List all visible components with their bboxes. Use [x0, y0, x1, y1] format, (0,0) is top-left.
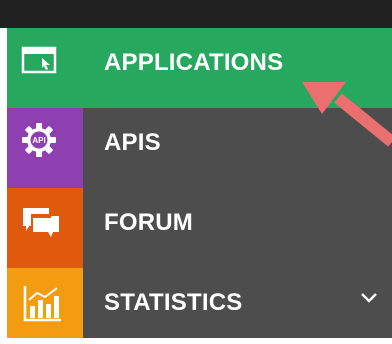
- chevron-down-icon[interactable]: [360, 292, 378, 304]
- bottom-strip: [0, 338, 392, 344]
- statistics-icon-tile: [7, 268, 83, 338]
- sidebar-item-label: APIS: [104, 129, 161, 156]
- sidebar-item-label: FORUM: [104, 209, 193, 236]
- sidebar-item-label: APPLICATIONS: [104, 49, 284, 76]
- sidebar-nav: APPLICATIONS API APIS FORUM STATISTICS: [7, 28, 392, 338]
- api-gear-icon: API: [22, 123, 56, 157]
- stage: APPLICATIONS API APIS FORUM STATISTICS: [0, 0, 392, 344]
- sidebar-item-label: STATISTICS: [104, 289, 243, 316]
- api-badge-text: API: [32, 136, 45, 145]
- top-bar: [0, 0, 392, 28]
- application-window-icon: [21, 46, 57, 74]
- chat-bubbles-icon: [23, 208, 59, 237]
- bar-chart-icon: [23, 286, 61, 322]
- sidebar-item-forum[interactable]: FORUM: [7, 188, 392, 268]
- applications-icon-tile: [7, 28, 83, 108]
- sidebar-item-statistics[interactable]: STATISTICS: [7, 268, 392, 338]
- sidebar-item-applications[interactable]: APPLICATIONS: [7, 28, 392, 108]
- apis-icon-tile: API: [7, 108, 83, 188]
- sidebar-item-apis[interactable]: API APIS: [7, 108, 392, 188]
- forum-icon-tile: [7, 188, 83, 268]
